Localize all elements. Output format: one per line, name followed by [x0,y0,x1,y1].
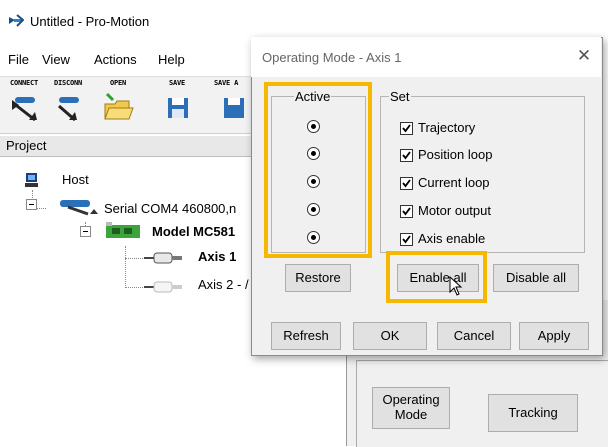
motor-icon [144,251,192,268]
tree-line [125,258,143,259]
active-highlight-box [264,82,372,258]
menu-file[interactable]: File [8,52,29,67]
check-icon [400,205,413,218]
menu-view[interactable]: View [42,52,70,67]
mouse-pointer-icon [449,275,463,301]
board-icon [106,222,144,243]
save-label: SAVE [168,79,186,87]
open-label: OPEN [109,79,127,87]
dialog-title: Operating Mode - Axis 1 [262,50,402,65]
tree-line [32,190,33,198]
tracking-button[interactable]: Tracking [488,394,578,432]
save-icon [162,92,194,124]
collapse-model-icon[interactable] [80,226,91,237]
tree-item-host[interactable]: Host [62,172,89,187]
restore-button[interactable]: Restore [285,264,351,292]
enable-all-highlight-box [386,251,487,303]
check-icon [400,233,413,246]
menu-help[interactable]: Help [158,52,185,67]
check-icon [400,149,413,162]
save-button[interactable]: SAVE [155,79,199,129]
checkbox-label: Axis enable [418,231,486,246]
host-icon [24,172,40,191]
app-icon [8,14,25,28]
save-as-icon [218,92,250,124]
tree-item-model[interactable]: Model MC581 [152,224,235,239]
disconnect-icon [53,92,85,124]
close-icon[interactable]: ✕ [575,46,593,65]
check-icon [400,122,413,135]
open-folder-icon [103,92,135,124]
open-button[interactable]: OPEN [96,79,140,129]
disconnect-button[interactable]: DISCONN [46,79,90,129]
checkbox-label: Motor output [418,203,491,218]
set-group-label: Set [389,89,411,104]
cancel-button[interactable]: Cancel [437,322,511,350]
menu-actions[interactable]: Actions [94,52,137,67]
operating-mode-button[interactable]: Operating Mode [372,387,450,429]
checkbox-label: Position loop [418,147,493,162]
tree-item-serial[interactable]: Serial COM4 460800,n [104,201,236,216]
window-title: Untitled - Pro-Motion [30,14,150,29]
ok-button[interactable]: OK [353,322,427,350]
disconnect-label: DISCONN [53,79,83,87]
motor-icon-disabled [144,280,192,297]
connect-icon [9,92,41,124]
checkbox-label: Current loop [418,175,490,190]
checkbox-label: Trajectory [418,120,476,135]
tree-line [125,246,126,288]
tree-item-axis-2[interactable]: Axis 2 - / [198,277,249,292]
disable-all-button[interactable]: Disable all [493,264,579,292]
tree-item-axis-1[interactable]: Axis 1 [198,249,236,264]
collapse-serial-icon[interactable] [26,199,37,210]
serial-port-icon [60,198,100,219]
connect-button[interactable]: CONNECT [2,79,46,129]
check-icon [400,177,413,190]
connect-label: CONNECT [9,79,39,87]
project-panel-title: Project [6,138,47,153]
tree-line [125,287,143,288]
refresh-button[interactable]: Refresh [271,322,341,350]
apply-button[interactable]: Apply [519,322,589,350]
